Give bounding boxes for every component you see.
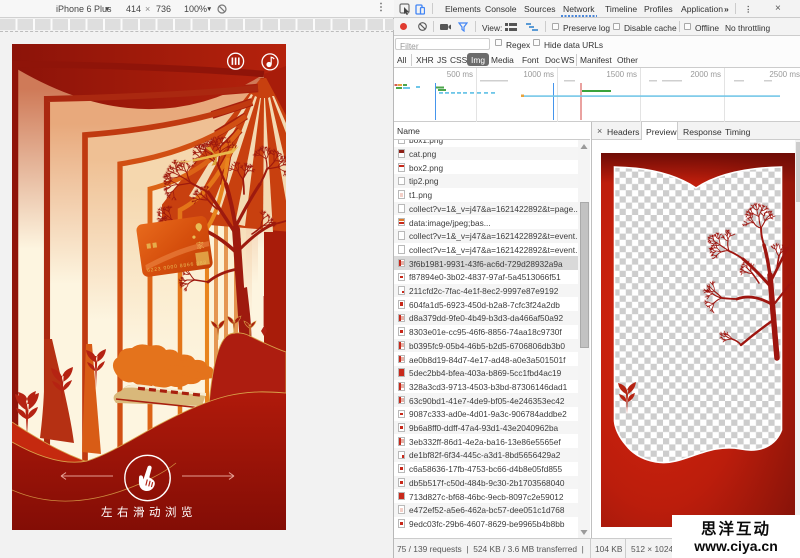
svg-text:左右滑动浏览: 左右滑动浏览: [101, 505, 197, 519]
svg-text:2500 ms: 2500 ms: [769, 70, 800, 79]
svg-text:1000 ms: 1000 ms: [523, 70, 554, 79]
svg-text:1500 ms: 1500 ms: [606, 70, 637, 79]
svg-text:500 ms: 500 ms: [447, 70, 473, 79]
svg-text:2000 ms: 2000 ms: [690, 70, 721, 79]
